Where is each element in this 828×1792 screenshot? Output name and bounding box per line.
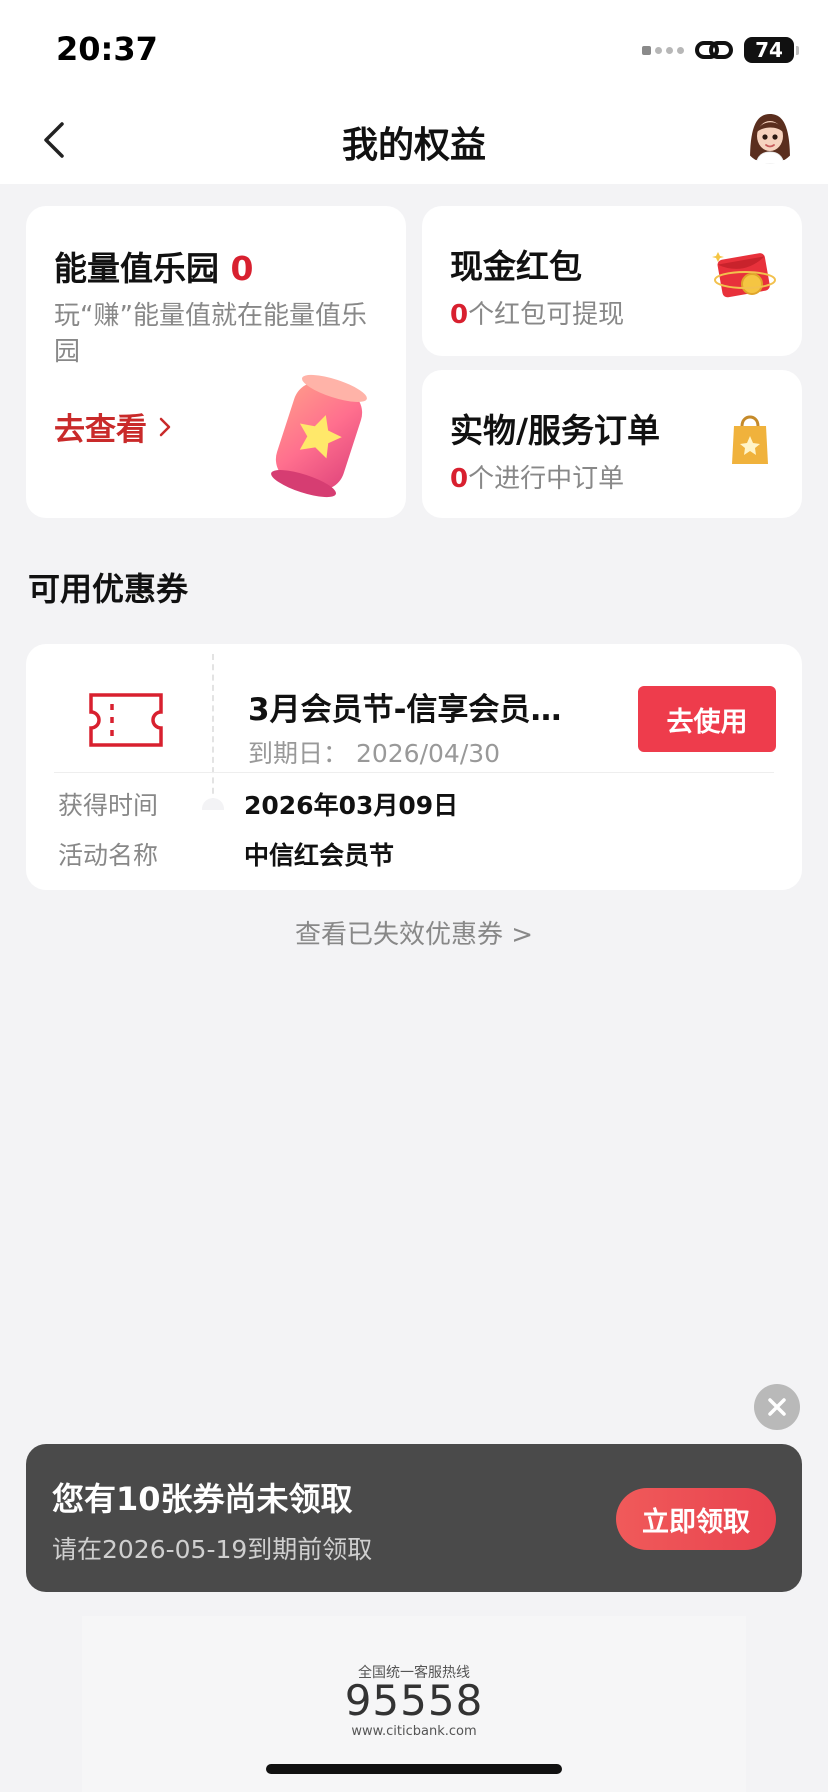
assistant-avatar-icon	[742, 108, 798, 164]
expired-coupons-link[interactable]: 查看已失效优惠券 >	[0, 914, 828, 951]
chevron-right-icon	[159, 417, 171, 436]
footer-url: www.citicbank.com	[351, 1724, 477, 1739]
coupon-name: 3月会员节-信享会员30...	[248, 692, 568, 728]
obtained-time-value: 2026年03月09日	[244, 791, 459, 820]
coupon-card: 3月会员节-信享会员30... 到期日： 2026/04/30 去使用 获得时间…	[26, 644, 802, 890]
activity-name-value: 中信红会员节	[244, 841, 395, 870]
cash-card-subtitle: 0个红包可提现	[450, 294, 624, 331]
battery-icon: 74	[744, 37, 799, 63]
close-icon	[768, 1398, 786, 1416]
order-count: 0	[450, 464, 469, 494]
shopping-bag-icon	[732, 415, 768, 464]
status-icons: 74	[642, 34, 799, 66]
home-indicator[interactable]	[266, 1764, 562, 1774]
claim-now-button[interactable]: 立即领取	[616, 1488, 776, 1550]
activity-name-label: 活动名称	[58, 841, 159, 870]
cash-count: 0	[450, 300, 469, 330]
energy-description: 玩“赚”能量值就在能量值乐园	[54, 301, 367, 367]
hotline-number: 95558	[344, 1676, 484, 1725]
signal-icon	[642, 45, 684, 55]
section-title-coupons: 可用优惠券	[28, 570, 189, 608]
link-icon	[695, 41, 733, 59]
obtained-time-label: 获得时间	[58, 791, 159, 820]
cash-redpacket-card[interactable]: 现金红包 0个红包可提现	[422, 206, 802, 356]
use-coupon-button[interactable]: 去使用	[638, 686, 776, 752]
avatar[interactable]	[742, 108, 798, 164]
coupon-expiry-label: 到期日：	[248, 739, 349, 768]
energy-card-title-text: 能量值乐园	[54, 249, 219, 288]
view-energy-link[interactable]: 去查看	[54, 404, 173, 449]
coupon-expiry-date: 2026/04/30	[355, 739, 501, 768]
red-packet-icon	[712, 252, 776, 298]
coupon-divider	[212, 654, 214, 804]
order-card[interactable]: 实物/服务订单 0个进行中订单	[422, 370, 802, 518]
cash-card-title: 现金红包	[450, 247, 582, 286]
header-area: 20:37 74 我的权益	[0, 0, 828, 184]
order-card-subtitle: 0个进行中订单	[450, 458, 624, 495]
page-title: 我的权益	[341, 125, 486, 166]
unclaimed-coupons-banner: 您有10张券尚未领取 请在2026-05-19到期前领取 立即领取	[26, 1444, 802, 1592]
banner-title: 您有10张券尚未领取	[52, 1480, 353, 1518]
battery-level: 74	[755, 38, 783, 62]
ticket-icon	[89, 693, 163, 747]
energy-count: 0	[230, 249, 254, 288]
banner-subtitle: 请在2026-05-19到期前领取	[52, 1535, 373, 1564]
view-energy-label: 去查看	[54, 412, 147, 448]
order-suffix: 个进行中订单	[468, 464, 625, 494]
cash-suffix: 个红包可提现	[468, 300, 625, 330]
coupon-expiry: 到期日： 2026/04/30	[248, 734, 500, 770]
energy-jar-icon	[271, 374, 367, 498]
coupon-notch	[202, 798, 224, 810]
coupon-separator	[54, 772, 774, 773]
order-card-title: 实物/服务订单	[450, 411, 661, 450]
energy-card-title: 能量值乐园 0	[54, 242, 253, 290]
banner-close-button[interactable]	[754, 1384, 800, 1430]
energy-park-card[interactable]: 能量值乐园 0 玩“赚”能量值就在能量值乐园 去查看	[26, 206, 406, 518]
status-time: 20:37	[56, 30, 158, 68]
